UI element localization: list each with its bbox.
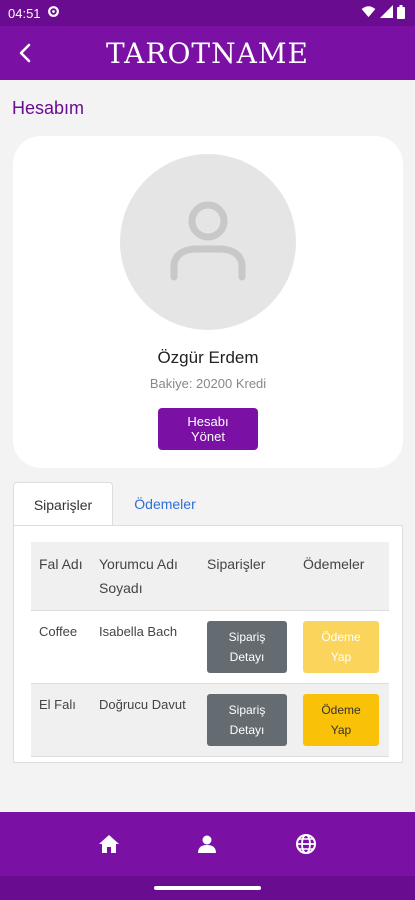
pay-cell: Ödeme Yap xyxy=(295,610,389,684)
balance-text: Bakiye: 20200 Kredi xyxy=(149,376,267,391)
pay-label: Ödeme Yap xyxy=(321,630,361,664)
avatar xyxy=(120,154,296,330)
fal-cell: Coffee xyxy=(31,610,91,684)
column-header: Fal Adı xyxy=(31,542,91,611)
tab-bar: Siparişler Ödemeler xyxy=(13,482,403,526)
tab-payments-label: Ödemeler xyxy=(134,496,196,512)
order-detail-label: Sipariş Detayı xyxy=(228,703,266,737)
gear-icon xyxy=(47,5,60,21)
tab-orders[interactable]: Siparişler xyxy=(13,482,113,526)
pay-button[interactable]: Ödeme Yap xyxy=(303,621,379,673)
home-icon[interactable] xyxy=(95,830,123,858)
fal-cell: El Falı xyxy=(31,683,91,757)
gesture-bar xyxy=(0,876,415,900)
orders-panel: Fal Adı Yorumcu Adı Soyadı Siparişler Öd… xyxy=(13,525,403,763)
page-title: Hesabım xyxy=(12,98,85,118)
order-detail-button[interactable]: Sipariş Detayı xyxy=(207,621,287,673)
app-bar: TAROTNAME xyxy=(0,26,415,80)
yorumcu-cell: Doğrucu Davut xyxy=(91,683,199,757)
pay-cell: Ödeme Yap xyxy=(295,683,389,757)
globe-icon[interactable] xyxy=(292,830,320,858)
table-header-row: Fal Adı Yorumcu Adı Soyadı Siparişler Öd… xyxy=(31,542,389,611)
order-detail-button[interactable]: Sipariş Detayı xyxy=(207,694,287,746)
column-header: Yorumcu Adı Soyadı xyxy=(91,542,199,611)
status-bar: 04:51 xyxy=(0,0,415,26)
battery-icon xyxy=(397,4,405,22)
detail-cell: Sipariş Detayı xyxy=(199,683,295,757)
signal-icon xyxy=(380,5,393,21)
tab-orders-label: Siparişler xyxy=(33,496,93,513)
clock: 04:51 xyxy=(8,5,41,21)
arrow-left-icon[interactable] xyxy=(10,36,40,70)
person-icon xyxy=(168,197,248,288)
person-icon[interactable] xyxy=(193,830,221,858)
pay-button[interactable]: Ödeme Yap xyxy=(303,694,379,746)
bottom-nav xyxy=(0,812,415,876)
pay-label: Ödeme Yap xyxy=(321,703,361,737)
tab-payments[interactable]: Ödemeler xyxy=(115,482,215,526)
detail-cell: Sipariş Detayı xyxy=(199,610,295,684)
profile-card: Özgür Erdem Bakiye: 20200 Kredi Hesabı Y… xyxy=(13,136,403,468)
table-row: El Falı Doğrucu Davut Sipariş Detayı Öde… xyxy=(31,683,389,757)
app-title: TAROTNAME xyxy=(106,36,309,70)
manage-account-button[interactable]: Hesabı Yönet xyxy=(158,408,258,450)
column-header: Ödemeler xyxy=(295,542,389,611)
wifi-icon xyxy=(361,5,376,21)
column-header: Siparişler xyxy=(199,542,295,611)
manage-account-label: Hesabı Yönet xyxy=(187,414,229,444)
orders-table: Fal Adı Yorumcu Adı Soyadı Siparişler Öd… xyxy=(31,542,389,757)
gesture-handle[interactable] xyxy=(154,886,261,890)
user-name: Özgür Erdem xyxy=(157,348,259,367)
order-detail-label: Sipariş Detayı xyxy=(228,630,266,664)
table-row: Coffee Isabella Bach Sipariş Detayı Ödem… xyxy=(31,610,389,684)
yorumcu-cell: Isabella Bach xyxy=(91,610,199,684)
